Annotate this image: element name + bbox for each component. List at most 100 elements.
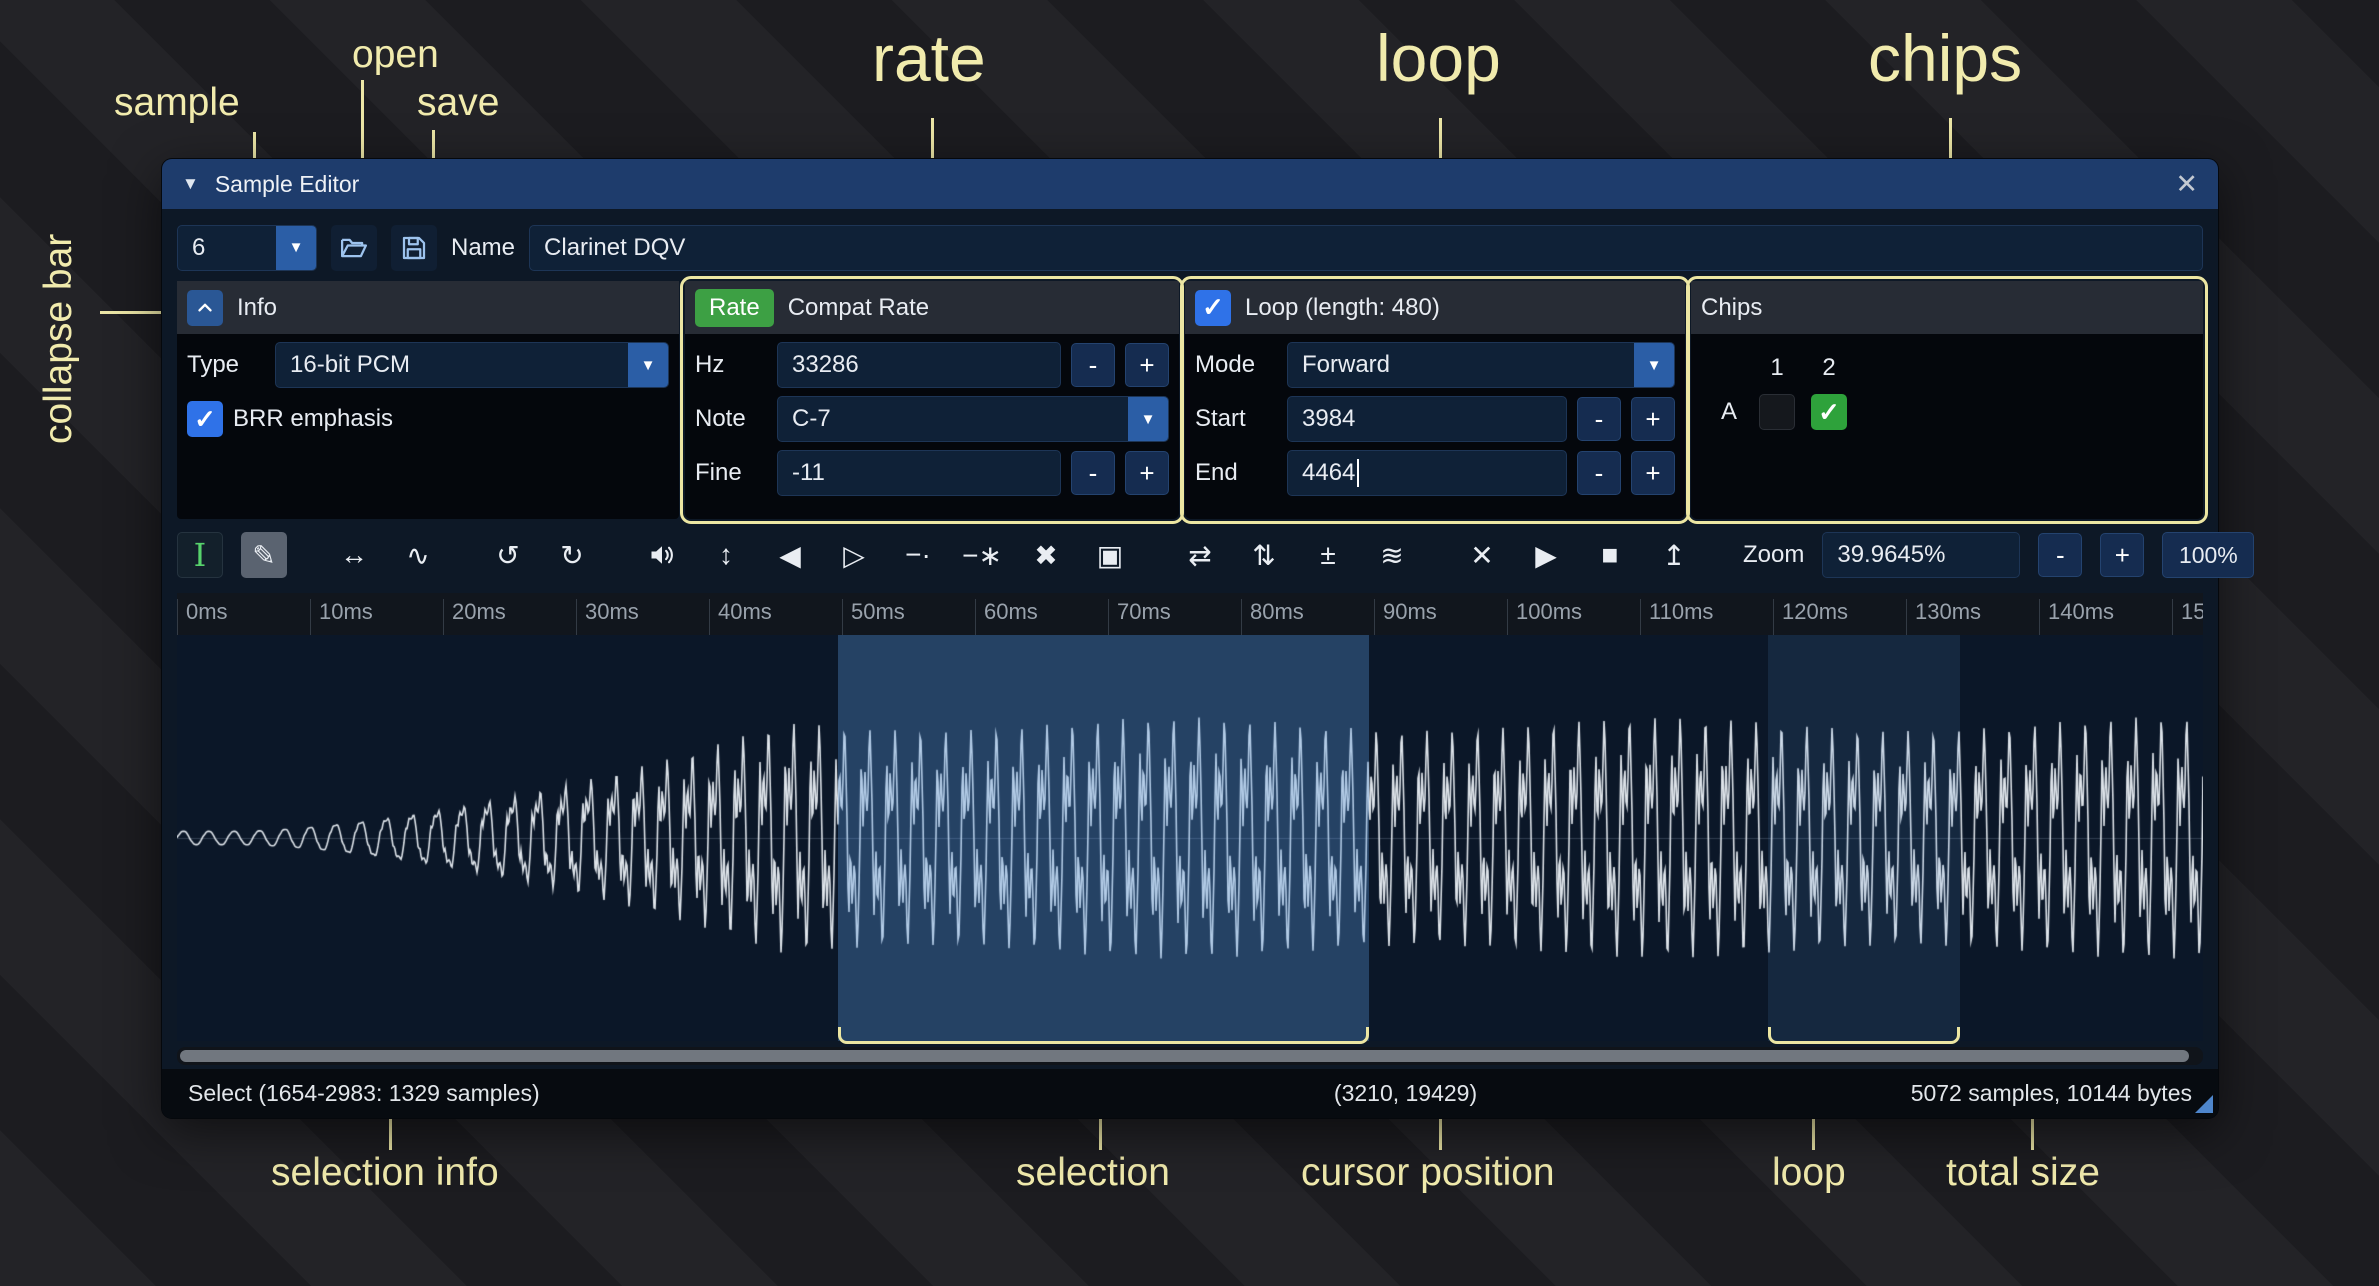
sign-button[interactable]: ± [1305, 532, 1351, 578]
selection-info-text: Select (1654-2983: 1329 samples) [188, 1080, 540, 1107]
create-instrument-button[interactable]: ↥ [1651, 532, 1697, 578]
total-size-text: 5072 samples, 10144 bytes [1911, 1080, 2192, 1107]
loop-start-value: 3984 [1302, 405, 1355, 433]
loop-start-input[interactable]: 3984 [1287, 396, 1567, 442]
loop-start-minus-button[interactable]: - [1577, 397, 1621, 441]
check-icon: ✓ [1818, 397, 1840, 428]
insert-silence-button[interactable]: −· [895, 532, 941, 578]
type-label: Type [187, 351, 265, 379]
chip-2-checkbox[interactable]: ✓ [1811, 394, 1847, 430]
zoom-in-button[interactable]: + [2100, 533, 2144, 577]
info-panel-title: Info [237, 294, 277, 322]
type-select[interactable]: 16-bit PCM ▼ [275, 342, 669, 388]
horizontal-scrollbar[interactable] [177, 1047, 2203, 1065]
filter-button[interactable]: ≋ [1369, 532, 1415, 578]
loop-end-label: End [1195, 459, 1277, 487]
fade-out-button[interactable]: ▷ [831, 532, 877, 578]
ruler-label: 150ms [2172, 599, 2203, 635]
rate-badge[interactable]: Rate [695, 289, 774, 327]
stop-button[interactable]: ■ [1587, 532, 1633, 578]
select-tool[interactable]: I [177, 532, 223, 578]
loop-mode-select[interactable]: Forward ▼ [1287, 342, 1675, 388]
fine-minus-button[interactable]: - [1071, 451, 1115, 495]
note-select[interactable]: C-7 ▼ [777, 396, 1169, 442]
hz-minus-button[interactable]: - [1071, 343, 1115, 387]
rate-panel-header: Rate Compat Rate [685, 281, 1179, 334]
crossfade-button[interactable]: ✕ [1459, 532, 1505, 578]
loop-end-minus-button[interactable]: - [1577, 451, 1621, 495]
check-icon: ✓ [194, 404, 216, 435]
sample-selector-value: 6 [178, 234, 276, 262]
resample-button[interactable]: ∿ [395, 532, 441, 578]
preview-button[interactable]: ▶ [1523, 532, 1569, 578]
type-select-value: 16-bit PCM [276, 351, 628, 379]
window-collapse-icon[interactable]: ▼ [182, 174, 199, 194]
toolbar: I✎↔∿↺↻↕◀▷−·−∗✖▣⇄⇅±≋✕▶■↥ Zoom 39.9645% - … [177, 529, 2203, 581]
reverse-button[interactable]: ⇄ [1177, 532, 1223, 578]
sample-editor-window: ▼ Sample Editor ✕ 6 ▼ Name Clarinet DQV [162, 159, 2218, 1118]
normalize-button[interactable]: ↕ [703, 532, 749, 578]
controls-row: 6 ▼ Name Clarinet DQV [177, 223, 2203, 272]
hz-input[interactable]: 33286 [777, 342, 1061, 388]
window-title: Sample Editor [215, 171, 359, 198]
loop-panel-header: ✓ Loop (length: 480) [1185, 281, 1685, 334]
zoom-input[interactable]: 39.9645% [1822, 532, 2020, 578]
titlebar[interactable]: ▼ Sample Editor ✕ [162, 159, 2218, 209]
ruler-label: 110ms [1640, 599, 1713, 635]
rate-panel-title: Compat Rate [788, 294, 929, 322]
draw-tool[interactable]: ✎ [241, 532, 287, 578]
amplify-button[interactable] [639, 532, 685, 578]
floppy-icon [399, 233, 429, 263]
redo-button[interactable]: ↻ [549, 532, 595, 578]
loop-mode-label: Mode [1195, 351, 1277, 379]
zoom-out-button[interactable]: - [2038, 533, 2082, 577]
ruler-label: 20ms [443, 599, 506, 635]
loop-start-plus-button[interactable]: + [1631, 397, 1675, 441]
zoom-reset-button[interactable]: 100% [2162, 532, 2254, 578]
chip-row-label: A [1721, 398, 1737, 426]
loop-region-overlay [1768, 635, 1960, 1041]
open-button[interactable] [331, 225, 377, 271]
ruler-label: 10ms [310, 599, 373, 635]
name-input[interactable]: Clarinet DQV [529, 225, 2203, 271]
brr-emphasis-checkbox[interactable]: ✓ [187, 401, 223, 437]
chevron-down-icon[interactable]: ▼ [628, 343, 668, 387]
close-icon[interactable]: ✕ [2175, 169, 2198, 200]
loop-end-value: 4464 [1302, 459, 1355, 487]
annotation-chips: chips [1868, 22, 2022, 95]
chevron-down-icon[interactable]: ▼ [276, 226, 316, 270]
status-bar: Select (1654-2983: 1329 samples) (3210, … [162, 1069, 2218, 1118]
collapse-bar-button[interactable] [187, 290, 223, 326]
zoom-input-value: 39.9645% [1837, 541, 1945, 569]
loop-end-plus-button[interactable]: + [1631, 451, 1675, 495]
chevron-down-icon[interactable]: ▼ [1634, 343, 1674, 387]
delete-button[interactable]: ✖ [1023, 532, 1069, 578]
window-resize-grip[interactable] [2195, 1095, 2213, 1113]
sample-selector[interactable]: 6 ▼ [177, 225, 317, 271]
loop-checkbox[interactable]: ✓ [1195, 290, 1231, 326]
chevron-down-icon[interactable]: ▼ [1128, 397, 1168, 441]
hz-plus-button[interactable]: + [1125, 343, 1169, 387]
invert-button[interactable]: ⇅ [1241, 532, 1287, 578]
zoom-label: Zoom [1743, 541, 1804, 569]
chips-panel-header: Chips [1691, 281, 2203, 334]
fine-plus-button[interactable]: + [1125, 451, 1169, 495]
pointer-line-selection-info [389, 1118, 392, 1150]
loop-end-input[interactable]: 4464 [1287, 450, 1567, 496]
save-button[interactable] [391, 225, 437, 271]
undo-button[interactable]: ↺ [485, 532, 531, 578]
fade-in-button[interactable]: ◀ [767, 532, 813, 578]
loop-start-label: Start [1195, 405, 1277, 433]
chip-column-2: 2 [1822, 354, 1835, 382]
resize-button[interactable]: ↔ [331, 532, 377, 578]
ruler-label: 80ms [1241, 599, 1304, 635]
apply-silence-button[interactable]: −∗ [959, 532, 1005, 578]
fine-input-value: -11 [792, 459, 825, 487]
trim-button[interactable]: ▣ [1087, 532, 1133, 578]
scrollbar-thumb[interactable] [180, 1050, 2189, 1062]
chip-1-checkbox[interactable] [1759, 394, 1795, 430]
name-label: Name [451, 234, 515, 262]
fine-input[interactable]: -11 [777, 450, 1061, 496]
ruler-label: 130ms [1906, 599, 1981, 635]
note-select-value: C-7 [778, 405, 1128, 433]
